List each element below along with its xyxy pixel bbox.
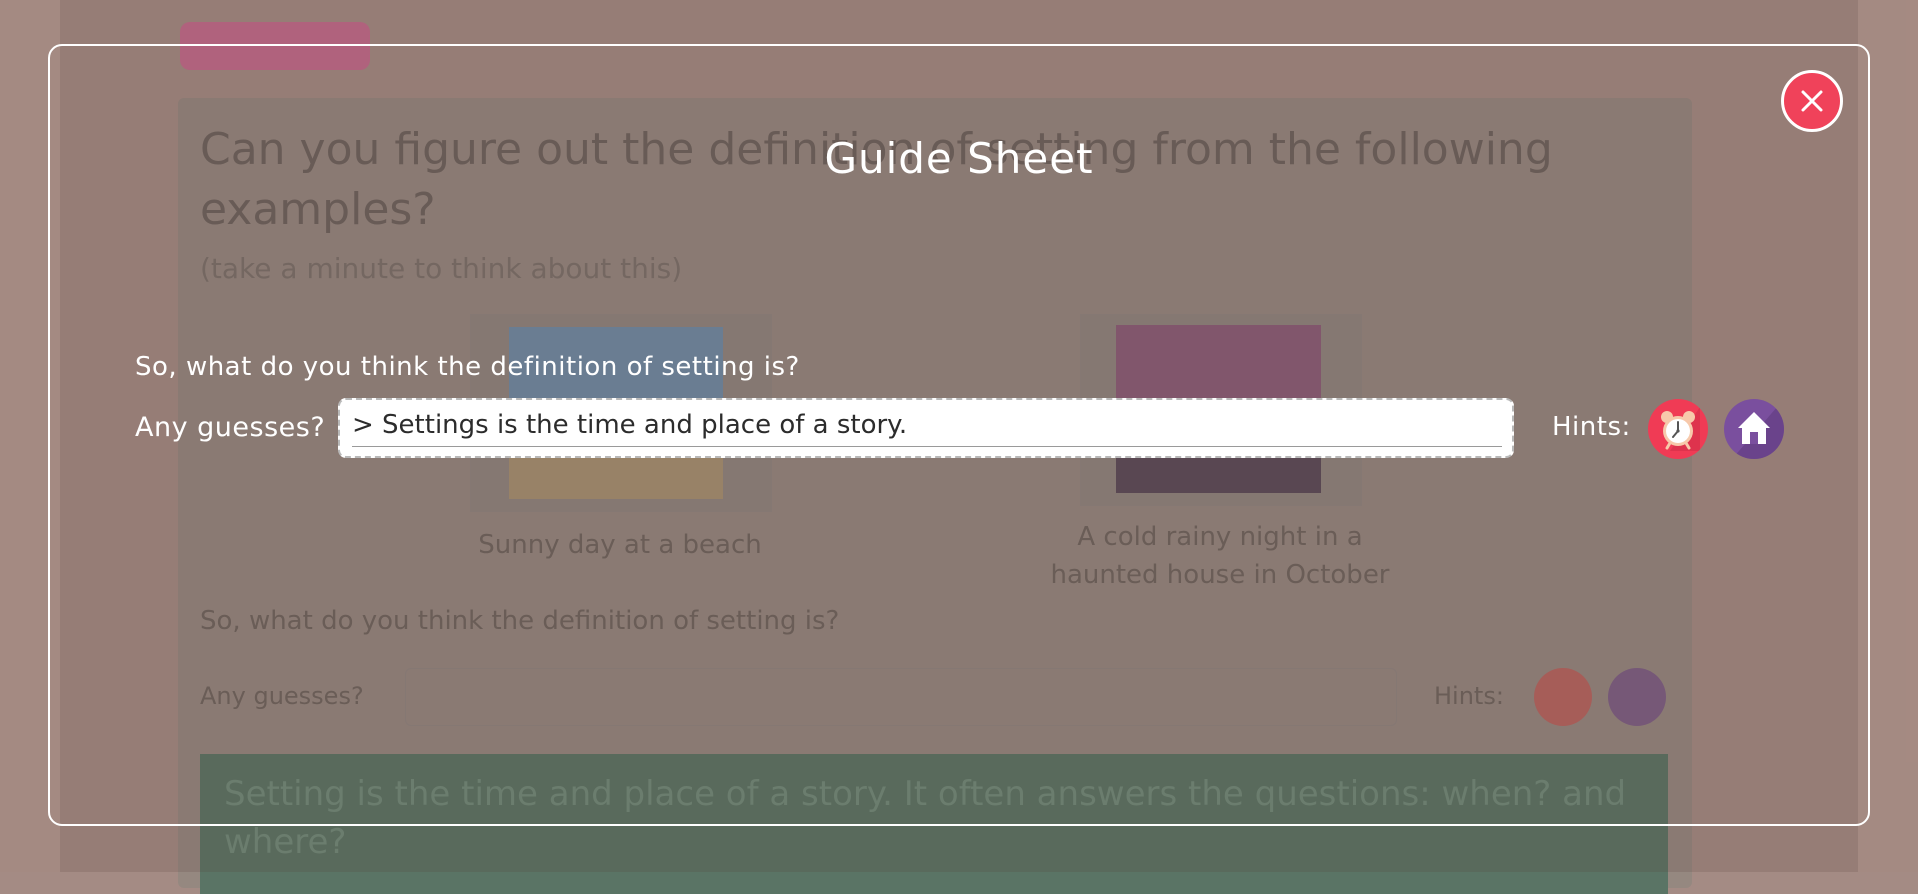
answer-underline (352, 446, 1502, 447)
close-button[interactable] (1781, 70, 1843, 132)
question-text: So, what do you think the definition of … (135, 352, 800, 382)
answer-input[interactable] (350, 406, 1504, 444)
time-hint-button[interactable] (1648, 399, 1708, 459)
guess-label: Any guesses? (135, 412, 326, 443)
close-icon (1801, 90, 1823, 112)
answer-box[interactable] (338, 398, 1514, 458)
modal-title: Guide Sheet (824, 134, 1094, 183)
alarm-clock-icon (1661, 407, 1700, 451)
house-icon (1732, 399, 1784, 459)
place-hint-button[interactable] (1724, 399, 1784, 459)
hints-label: Hints: (1552, 412, 1631, 442)
